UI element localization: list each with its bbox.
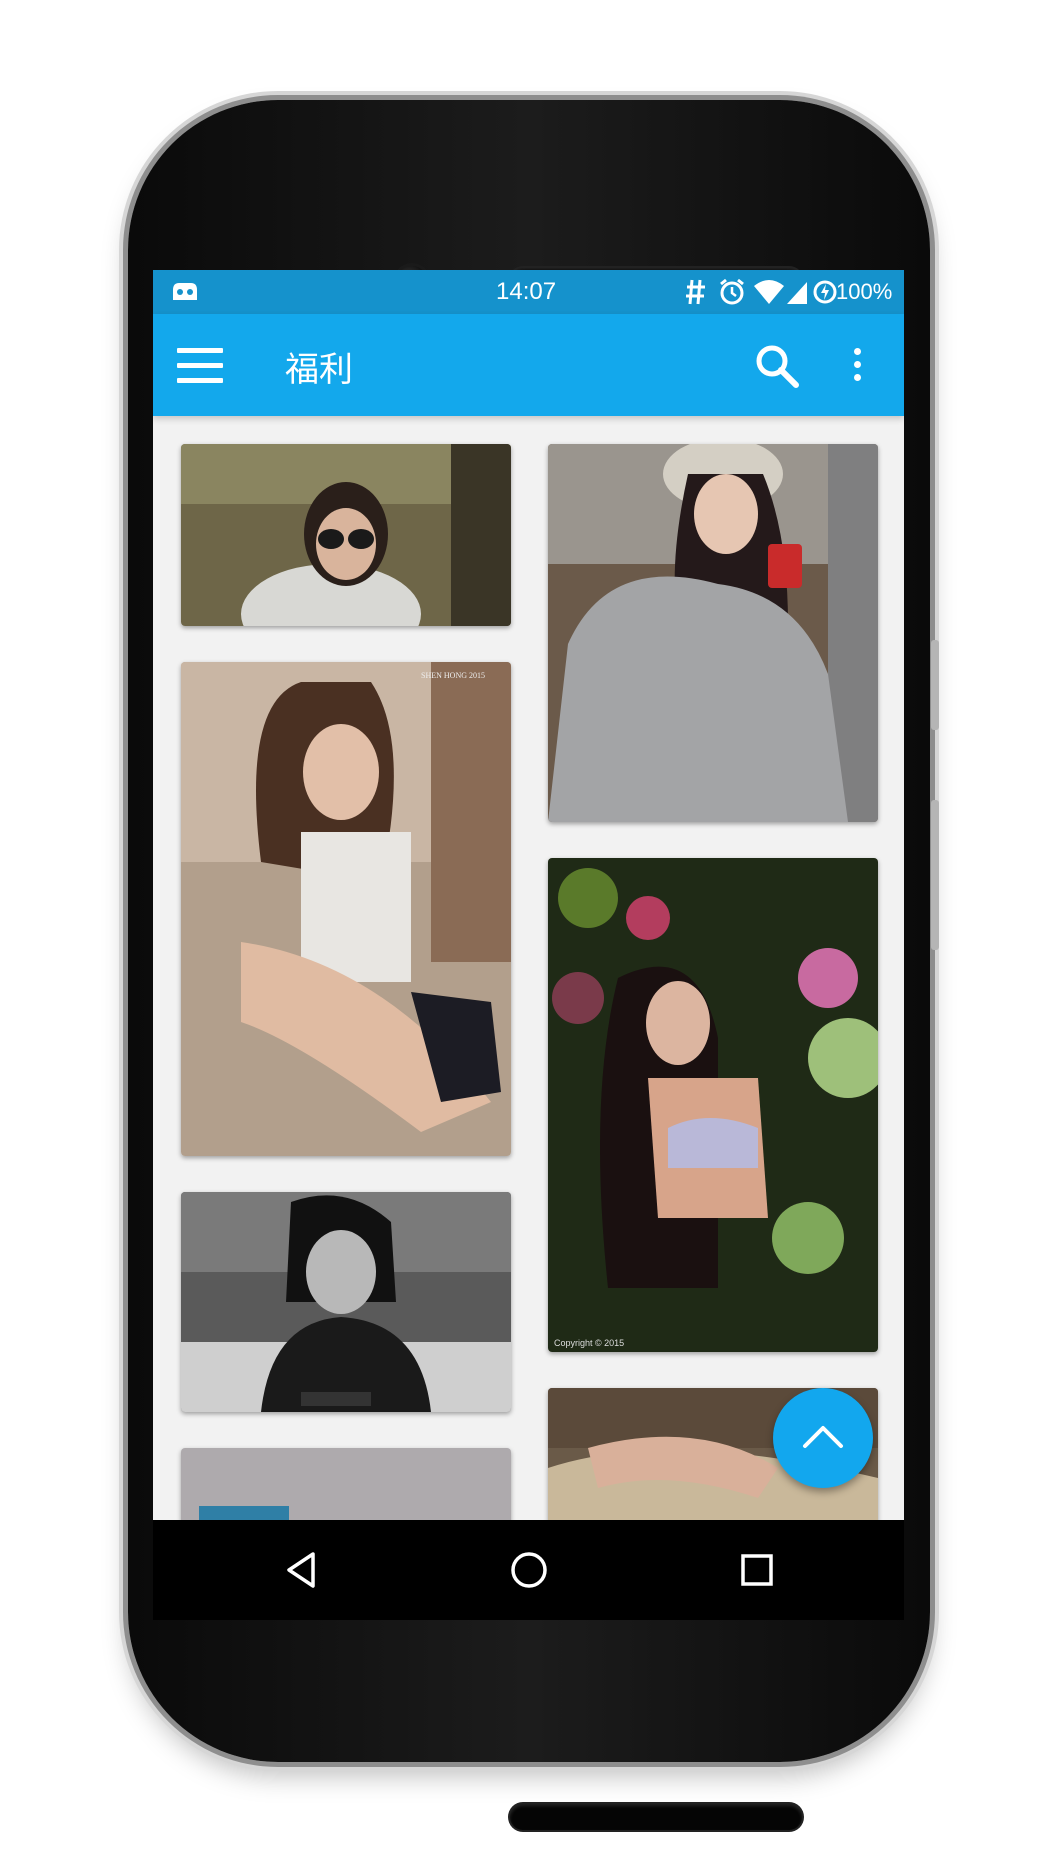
photo-card[interactable] [181, 1192, 511, 1412]
photo-flowers: Copyright © 2015 [548, 858, 878, 1352]
status-bar: 14:07 100% [153, 270, 904, 314]
screen: 14:07 100% 福利 SHEN HONG 2015 Copyright ©… [153, 270, 904, 1520]
menu-icon[interactable] [177, 348, 223, 383]
app-bar: 福利 [153, 314, 904, 416]
home-icon[interactable] [503, 1544, 555, 1596]
hash-icon [686, 279, 705, 305]
battery-charging-icon [813, 280, 837, 304]
battery-percent: 100% [836, 279, 893, 304]
photo-card[interactable]: Copyright © 2015 [548, 858, 878, 1352]
more-vert-icon[interactable] [853, 348, 863, 384]
photo-sofa: SHEN HONG 2015 [181, 662, 511, 1156]
power-button [931, 800, 939, 950]
photo-card[interactable] [181, 444, 511, 626]
bottom-speaker [510, 1804, 802, 1830]
status-time: 14:07 [496, 278, 557, 305]
svg-text:SHEN HONG 2015: SHEN HONG 2015 [421, 671, 485, 680]
photo-sunglasses [181, 444, 511, 626]
navigation-bar [153, 1520, 904, 1620]
photo-card[interactable] [548, 444, 878, 822]
recents-icon[interactable] [731, 1544, 783, 1596]
page-title: 福利 [285, 351, 353, 389]
photo-black-white [181, 1192, 511, 1412]
back-icon[interactable] [275, 1544, 327, 1596]
signal-icon [787, 282, 807, 304]
scroll-to-top-button[interactable] [773, 1388, 873, 1488]
volume-button [931, 640, 939, 730]
wifi-icon [754, 280, 784, 304]
photo-loading [181, 1448, 511, 1520]
alarm-icon [720, 278, 744, 305]
photo-card[interactable]: SHEN HONG 2015 [181, 662, 511, 1156]
cyanogen-mod-icon [173, 283, 197, 300]
search-icon[interactable] [753, 342, 801, 390]
photo-card[interactable] [181, 1448, 511, 1520]
svg-text:Copyright © 2015: Copyright © 2015 [554, 1338, 624, 1348]
photo-knit-cap [548, 444, 878, 822]
chevron-up-icon [803, 1426, 843, 1448]
